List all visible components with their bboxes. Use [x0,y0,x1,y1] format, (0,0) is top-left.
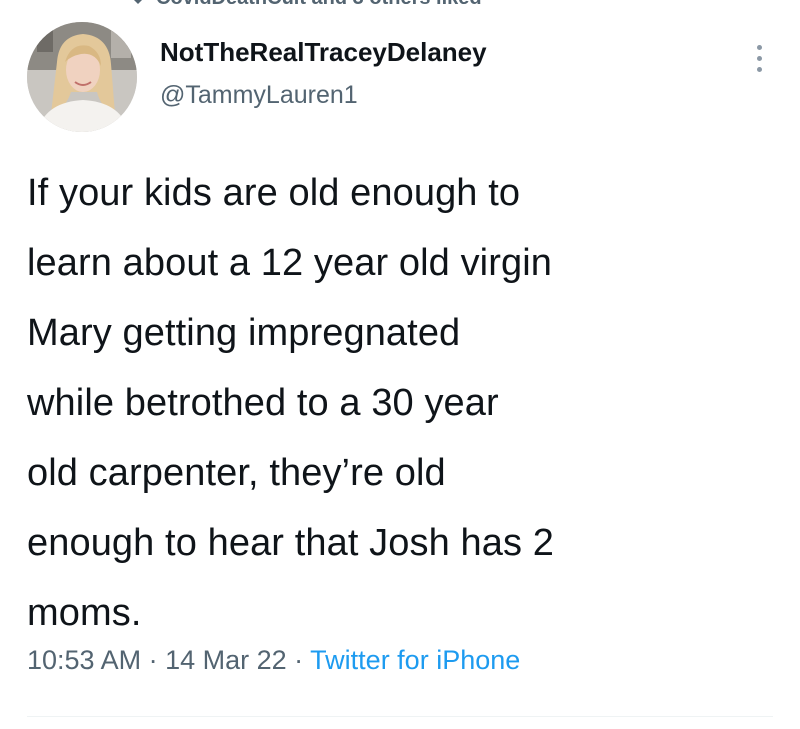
tweet-text-line: moms. [27,592,142,634]
avatar-photo [27,22,137,132]
tweet-text-line: learn about a 12 year old virgin [27,242,552,284]
meta-separator: · [286,645,311,675]
author-display-name[interactable]: NotTheRealTraceyDelaney [160,36,487,68]
more-vertical-icon-dot [756,66,762,72]
tweet-time[interactable]: 10:53 AM [27,645,141,675]
avatar[interactable] [27,22,137,132]
social-context-text: CovidDeathCult and 3 others liked [156,0,482,10]
tweet-body: If your kids are old enough to learn abo… [27,158,787,648]
tweet-date[interactable]: 14 Mar 22 [165,645,287,675]
tweet-header: NotTheRealTraceyDelaney @TammyLauren1 [160,36,487,110]
more-vertical-icon-dot [756,55,762,61]
more-options-button[interactable] [745,38,773,78]
tweet-text-line: while betrothed to a 30 year [27,382,499,424]
divider [27,716,773,717]
tweet-card[interactable]: CovidDeathCult and 3 others liked NotThe… [0,0,800,729]
tweet-metadata: 10:53 AM · 14 Mar 22 · Twitter for iPhon… [27,640,520,680]
social-context[interactable]: CovidDeathCult and 3 others liked [130,0,482,10]
author-handle[interactable]: @TammyLauren1 [160,80,487,110]
more-vertical-icon [756,44,762,50]
tweet-text-line: Mary getting impregnated [27,312,461,354]
tweet-text-line: enough to hear that Josh has 2 [27,522,554,564]
meta-separator: · [141,645,166,675]
tweet-text-line: old carpenter, they’re old [27,452,446,494]
tweet-source-link[interactable]: Twitter for iPhone [310,645,520,675]
tweet-text-line: If your kids are old enough to [27,172,521,214]
heart-icon [134,0,142,4]
